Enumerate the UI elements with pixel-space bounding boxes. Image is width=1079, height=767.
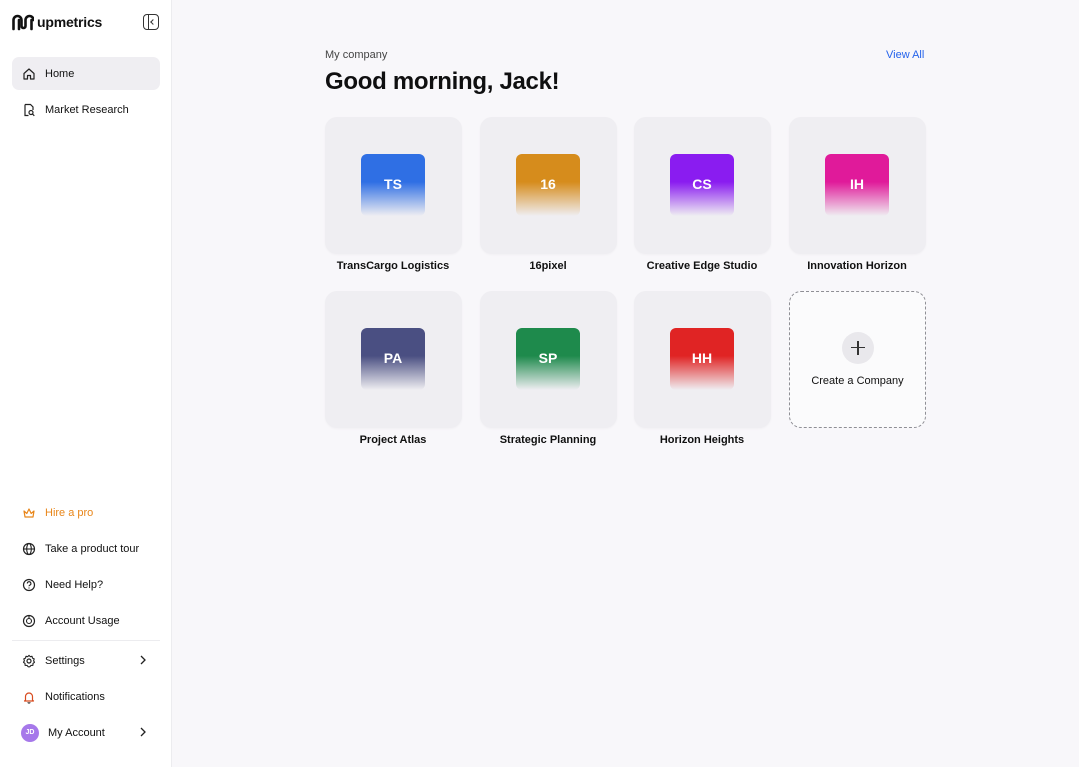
home-icon — [22, 67, 36, 81]
company-card-creative-edge[interactable]: CS — [634, 117, 771, 254]
sidebar-item-product-tour[interactable]: Take a product tour — [12, 532, 160, 565]
chevron-right-icon — [140, 655, 146, 665]
sidebar-item-label: Market Research — [45, 103, 129, 116]
company-card-innovation-horizon[interactable]: IH — [789, 117, 926, 254]
page-title: Good morning, Jack! — [325, 68, 560, 95]
company-card-transcargo[interactable]: TS — [325, 117, 462, 254]
sidebar-item-market-research[interactable]: Market Research — [12, 93, 160, 126]
sidebar-divider — [12, 640, 160, 641]
view-all-link[interactable]: View All — [886, 49, 924, 61]
company-name[interactable]: Creative Edge Studio — [622, 260, 782, 272]
company-card-horizon-heights[interactable]: HH — [634, 291, 771, 428]
company-name[interactable]: Horizon Heights — [622, 434, 782, 446]
company-name[interactable]: Innovation Horizon — [777, 260, 937, 272]
sidebar: upmetrics Home Market Research Hire a pr… — [0, 0, 172, 767]
globe-icon — [22, 542, 36, 556]
sidebar-item-account-usage[interactable]: Account Usage — [12, 604, 160, 637]
section-eyebrow: My company — [325, 49, 388, 61]
create-company-button[interactable]: Create a Company — [789, 291, 926, 428]
crown-icon — [22, 506, 36, 520]
usage-icon — [22, 614, 36, 628]
sidebar-item-hire-a-pro[interactable]: Hire a pro — [12, 496, 160, 529]
sidebar-item-need-help[interactable]: Need Help? — [12, 568, 160, 601]
sidebar-item-notifications[interactable]: Notifications — [12, 680, 160, 713]
company-tile: HH — [670, 328, 734, 390]
sidebar-item-label: Settings — [45, 654, 85, 667]
company-name[interactable]: TransCargo Logistics — [313, 260, 473, 272]
company-tile: IH — [825, 154, 889, 216]
company-name[interactable]: Project Atlas — [313, 434, 473, 446]
company-tile: TS — [361, 154, 425, 216]
document-search-icon — [22, 103, 36, 117]
company-tile: PA — [361, 328, 425, 390]
plus-icon — [842, 332, 874, 364]
sidebar-item-label: Account Usage — [45, 614, 120, 627]
gear-icon — [22, 654, 36, 668]
sidebar-item-label: Hire a pro — [45, 506, 94, 519]
sidebar-item-home[interactable]: Home — [12, 57, 160, 90]
company-name[interactable]: 16pixel — [468, 260, 628, 272]
sidebar-item-my-account[interactable]: JD My Account — [12, 716, 160, 749]
company-card-strategic-planning[interactable]: SP — [480, 291, 617, 428]
upmetrics-logo-icon — [12, 14, 34, 31]
sidebar-item-label: Notifications — [45, 690, 105, 703]
brand[interactable]: upmetrics — [12, 12, 102, 32]
company-card-project-atlas[interactable]: PA — [325, 291, 462, 428]
create-company-label: Create a Company — [811, 375, 904, 387]
help-circle-icon — [22, 578, 36, 592]
company-tile: 16 — [516, 154, 580, 216]
sidebar-item-settings[interactable]: Settings — [12, 644, 160, 677]
collapse-sidebar-icon[interactable] — [143, 14, 159, 30]
sidebar-item-label: Home — [45, 67, 75, 80]
bell-icon — [22, 690, 36, 704]
sidebar-item-label: Need Help? — [45, 578, 104, 591]
sidebar-item-label: Take a product tour — [45, 542, 140, 555]
sidebar-item-label: My Account — [48, 726, 105, 739]
company-name[interactable]: Strategic Planning — [468, 434, 628, 446]
brand-name: upmetrics — [37, 14, 103, 30]
company-tile: CS — [670, 154, 734, 216]
chevron-right-icon — [140, 727, 146, 737]
avatar: JD — [21, 723, 39, 742]
company-tile: SP — [516, 328, 580, 390]
company-card-16pixel[interactable]: 16 — [480, 117, 617, 254]
